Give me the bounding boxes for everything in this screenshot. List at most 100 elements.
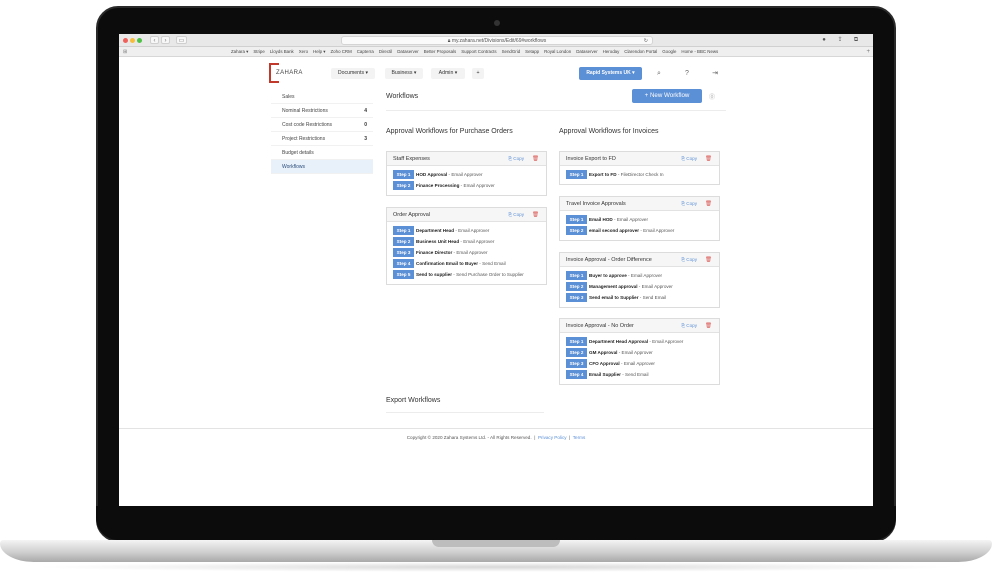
- workflow-step[interactable]: Step 2 Finance Processing - Email Approve…: [393, 181, 540, 190]
- search-icon[interactable]: ⌕: [653, 68, 665, 79]
- bookmark-item[interactable]: Setapp: [525, 48, 539, 56]
- bookmark-item[interactable]: SendGrid: [502, 48, 521, 56]
- forward-icon[interactable]: ›: [161, 36, 170, 44]
- minimize-window-icon[interactable]: [130, 38, 135, 43]
- info-icon[interactable]: ⓪: [709, 92, 715, 101]
- maximize-window-icon[interactable]: [137, 38, 142, 43]
- workflow-step[interactable]: Step 3 Send email to Supplier - Send Emai…: [566, 293, 713, 302]
- bookmark-item[interactable]: Dataserver: [576, 48, 597, 56]
- sidebar-item[interactable]: Cost code Restrictions 0: [271, 118, 373, 132]
- workflow-step[interactable]: Step 1 Buyer to approve - Email Approver: [566, 271, 713, 280]
- new-workflow-button[interactable]: + New Workflow: [632, 89, 702, 103]
- bookmark-item[interactable]: Royal London: [544, 48, 571, 56]
- workflow-step[interactable]: Step 5 Send to supplier - Send Purchase O…: [393, 270, 540, 279]
- share-icon[interactable]: ⇪: [835, 36, 845, 44]
- address-bar[interactable]: 🔒︎ my.zahara.net/Divisions/Edit/69#workf…: [341, 36, 653, 45]
- extension-icon[interactable]: ●: [819, 36, 829, 44]
- copy-label: Copy: [686, 201, 697, 206]
- nav-add[interactable]: +: [472, 68, 484, 79]
- workflow-step[interactable]: Step 1 Department Head - Email Approver: [393, 226, 540, 235]
- add-bookmark-icon[interactable]: +: [866, 48, 870, 56]
- bookmark-item[interactable]: Dataserver: [397, 48, 418, 56]
- workflow-step[interactable]: Step 1 Department Head Approval - Email A…: [566, 337, 713, 346]
- workflow-step[interactable]: Step 2 Business Unit Head - Email Approve…: [393, 237, 540, 246]
- step-type: Email Approver: [463, 183, 495, 188]
- copy-workflow-button[interactable]: ⎘ Copy: [681, 253, 697, 267]
- step-name: Confirmation Email to Buyer: [416, 261, 479, 266]
- delete-icon[interactable]: 🗑︎: [532, 152, 539, 166]
- copy-workflow-button[interactable]: ⎘ Copy: [508, 208, 524, 222]
- bookmark-item[interactable]: Google: [662, 48, 676, 56]
- terms-link[interactable]: Terms: [573, 435, 586, 440]
- bookmark-item[interactable]: Capterra: [357, 48, 374, 56]
- sidebar-item[interactable]: Project Restrictions 3: [271, 132, 373, 146]
- nav-documents[interactable]: Documents ▾: [331, 68, 375, 79]
- workflow-step[interactable]: Step 3 CFO Approval - Email Approver: [566, 359, 713, 368]
- bookmark-item[interactable]: Help ▾: [313, 48, 325, 56]
- bookmark-item[interactable]: Lloyds Bank: [270, 48, 294, 56]
- bookmark-item[interactable]: Better Proposals: [424, 48, 456, 56]
- copy-workflow-button[interactable]: ⎘ Copy: [681, 197, 697, 211]
- bookmark-item[interactable]: Zoho CRM: [331, 48, 352, 56]
- workflow-card-header: Invoice Export to FD ⎘ Copy 🗑︎: [560, 152, 719, 166]
- grid-icon[interactable]: ⊞: [123, 48, 127, 56]
- workflow-step[interactable]: Step 1 Export to FD - FileDirector Check …: [566, 170, 713, 179]
- nav-business[interactable]: Business ▾: [385, 68, 423, 79]
- workflow-title[interactable]: Order Approval: [393, 212, 430, 218]
- step-name: Email HOD: [589, 217, 613, 222]
- help-icon[interactable]: ?: [681, 68, 693, 79]
- company-selector-button[interactable]: Rapid Systems UK ▾: [579, 67, 642, 80]
- bookmark-item[interactable]: Heroday: [603, 48, 620, 56]
- bookmark-item[interactable]: Clarendon Portal: [624, 48, 657, 56]
- bookmark-item[interactable]: Support Contracts: [461, 48, 496, 56]
- close-window-icon[interactable]: [123, 38, 128, 43]
- workflow-title[interactable]: Invoice Export to FD: [566, 156, 616, 162]
- sidebar-item[interactable]: Budget details: [271, 146, 373, 160]
- workflow-step[interactable]: Step 1 Email HOD - Email Approver: [566, 215, 713, 224]
- po-section-title: Approval Workflows for Purchase Orders: [386, 128, 513, 135]
- delete-icon[interactable]: 🗑︎: [705, 197, 712, 211]
- step-badge: Step 2: [566, 348, 587, 357]
- workflow-step[interactable]: Step 2 Management approval - Email Approv…: [566, 282, 713, 291]
- sidebar-item-count: 4: [364, 108, 367, 114]
- workflow-step[interactable]: Step 4 Confirmation Email to Buyer - Send…: [393, 259, 540, 268]
- sidebar-toggle-icon[interactable]: ▭: [176, 36, 187, 44]
- bookmark-item[interactable]: Directil: [379, 48, 392, 56]
- workflow-title[interactable]: Invoice Approval - No Order: [566, 323, 634, 329]
- bookmark-item[interactable]: Stripe: [253, 48, 264, 56]
- workflow-card: Invoice Export to FD ⎘ Copy 🗑︎ Step 1 Export…: [559, 151, 720, 185]
- back-icon[interactable]: ‹: [150, 36, 159, 44]
- copy-workflow-button[interactable]: ⎘ Copy: [508, 152, 524, 166]
- workflow-step[interactable]: Step 3 Finance Director - Email Approver: [393, 248, 540, 257]
- sidebar-item[interactable]: Sales: [271, 90, 373, 104]
- workflow-step[interactable]: Step 2 email second approver - Email Appr…: [566, 226, 713, 235]
- new-tab-icon[interactable]: ⧉: [851, 36, 861, 44]
- bookmark-item[interactable]: Zahara ▾: [231, 48, 248, 56]
- sidebar-item[interactable]: Workflows: [271, 160, 373, 174]
- delete-icon[interactable]: 🗑︎: [532, 208, 539, 222]
- workflow-title[interactable]: Staff Expenses: [393, 156, 430, 162]
- workflow-step[interactable]: Step 2 GM Approval - Email Approver: [566, 348, 713, 357]
- copy-workflow-button[interactable]: ⎘ Copy: [681, 152, 697, 166]
- delete-icon[interactable]: 🗑︎: [705, 319, 712, 333]
- divider: [386, 412, 544, 413]
- step-badge: Step 4: [393, 259, 414, 268]
- sidebar-item[interactable]: Nominal Restrictions 4: [271, 104, 373, 118]
- workflow-step[interactable]: Step 1 HOD Approval - Email Approver: [393, 170, 540, 179]
- step-type: Email Approver: [641, 284, 673, 289]
- step-name: Business Unit Head: [416, 239, 460, 244]
- delete-icon[interactable]: 🗑︎: [705, 253, 712, 267]
- step-name: Management approval: [589, 284, 638, 289]
- workflow-title[interactable]: Invoice Approval - Order Difference: [566, 257, 652, 263]
- nav-admin[interactable]: Admin ▾: [431, 68, 465, 79]
- workflow-title[interactable]: Travel Invoice Approvals: [566, 201, 626, 207]
- bookmark-item[interactable]: Home - BBC News: [681, 48, 718, 56]
- delete-icon[interactable]: 🗑︎: [705, 152, 712, 166]
- reload-icon[interactable]: ↻: [644, 37, 648, 45]
- bookmark-item[interactable]: Xero: [299, 48, 308, 56]
- copy-workflow-button[interactable]: ⎘ Copy: [681, 319, 697, 333]
- workflow-step[interactable]: Step 4 Email Supplier - Send Email: [566, 370, 713, 379]
- privacy-policy-link[interactable]: Privacy Policy: [538, 435, 567, 440]
- logout-icon[interactable]: ⇥: [709, 68, 721, 79]
- workflow-steps: Step 1 Email HOD - Email Approver Step 2 em…: [560, 211, 719, 240]
